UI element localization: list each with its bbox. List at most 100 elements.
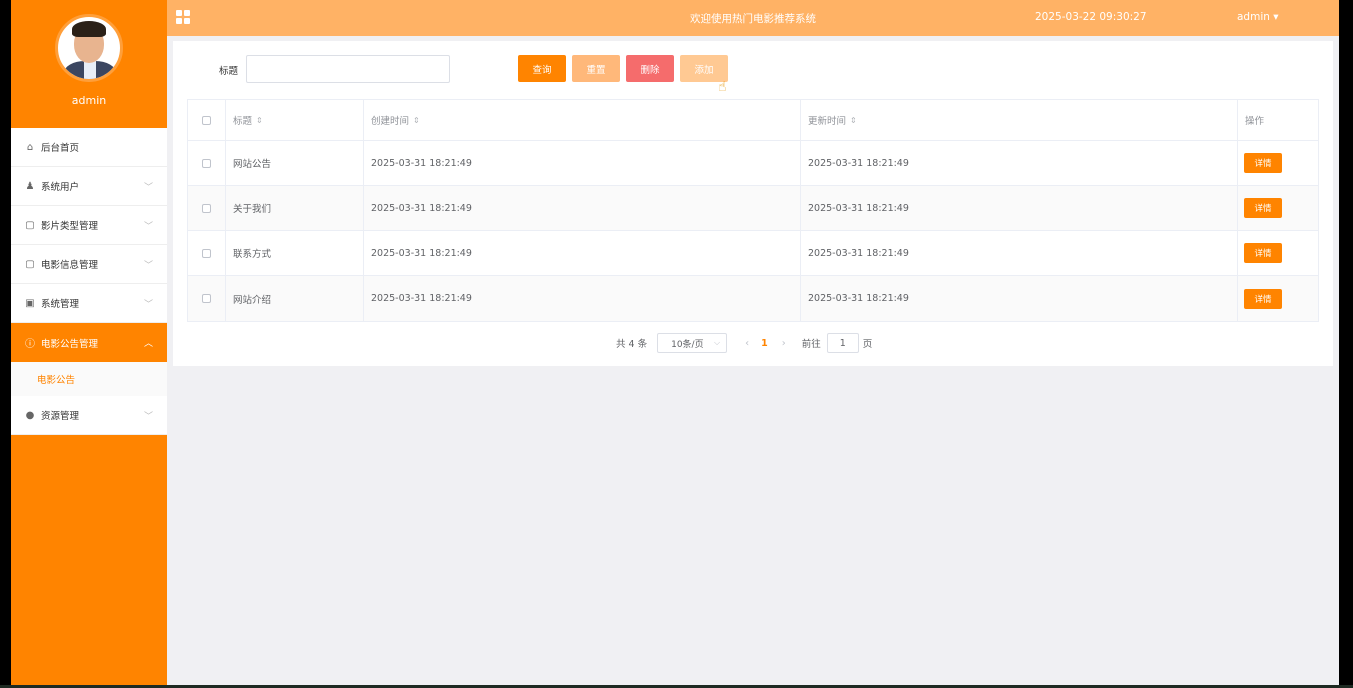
location-icon: ● <box>25 409 35 421</box>
profile-username: admin <box>71 94 107 107</box>
sidebar-menu: ⌂ 后台首页 ♟ 系统用户 ﹀ ▢ 影片类型管理 ﹀ ▢ 电影信息管理 ﹀ ▣ 系统管理 ﹀ ⓘ 电影公告管理… <box>11 128 167 435</box>
avatar[interactable] <box>55 14 123 82</box>
row-check-cell <box>188 186 226 230</box>
query-button[interactable]: 查询 <box>518 55 566 82</box>
document-icon: ▢ <box>25 258 35 270</box>
content-panel: 标题 查询 重置 删除 添加 ☝ 标题 ⇕ 创建时间 ⇕ 更新时间 ⇕ 操作 网站公告… <box>173 41 1333 366</box>
prev-page-button[interactable]: ‹ <box>745 338 749 349</box>
page-size-select[interactable]: 10条/页 ⌵ <box>657 333 728 353</box>
goto-page-input[interactable]: 1 <box>826 333 859 353</box>
chevron-down-icon: ⌵ <box>714 338 721 347</box>
info-circle-icon: ⓘ <box>25 339 35 350</box>
sort-icon[interactable]: ⇕ <box>413 116 420 125</box>
pagination-total: 共 4 条 <box>616 339 648 350</box>
cell-updated: 2025-03-31 18:21:49 <box>801 276 1238 321</box>
cell-created: 2025-03-31 18:21:49 <box>364 276 801 321</box>
detail-button[interactable]: 详情 <box>1244 153 1282 173</box>
cell-op: 详情 <box>1238 186 1318 230</box>
sidebar-item-label: 电影信息管理 <box>41 260 99 271</box>
cell-op: 详情 <box>1238 141 1318 185</box>
cell-op: 详情 <box>1238 231 1318 275</box>
sidebar-item-0[interactable]: ⌂ 后台首页 <box>11 128 167 167</box>
detail-button[interactable]: 详情 <box>1244 243 1282 263</box>
header-datetime: 2025-03-22 09:30:27 <box>1035 11 1147 23</box>
page-number-1[interactable]: 1 <box>761 338 768 349</box>
document-icon: ▢ <box>25 219 35 231</box>
row-check-cell <box>188 141 226 185</box>
sidebar-item-label: 资源管理 <box>41 411 80 422</box>
submenu-item-notice[interactable]: 电影公告 <box>11 362 167 396</box>
user-dropdown[interactable]: admin ▾ <box>1237 11 1279 23</box>
table-row[interactable]: 关于我们 2025-03-31 18:21:49 2025-03-31 18:21:… <box>188 186 1318 231</box>
row-checkbox[interactable] <box>202 248 211 258</box>
row-checkbox[interactable] <box>202 203 211 213</box>
chevron-down-icon: ﹀ <box>143 182 153 193</box>
cell-created: 2025-03-31 18:21:49 <box>364 231 801 275</box>
notice-table: 标题 ⇕ 创建时间 ⇕ 更新时间 ⇕ 操作 网站公告 2025-03-31 18:21:… <box>187 99 1319 322</box>
sidebar: admin ⌂ 后台首页 ♟ 系统用户 ﹀ ▢ 影片类型管理 ﹀ ▢ 电影信息管理 ﹀ ▣ 系统管理 ﹀ ⓘ… <box>11 0 167 685</box>
chevron-up-icon: ︿ <box>143 339 153 349</box>
sidebar-item-3[interactable]: ▢ 电影信息管理 ﹀ <box>11 245 167 284</box>
column-header-op: 操作 <box>1245 116 1265 127</box>
top-header: 欢迎使用热门电影推荐系统 2025-03-22 09:30:27 admin ▾ <box>167 0 1339 36</box>
sidebar-item-label: 影片类型管理 <box>41 221 99 232</box>
search-title-input[interactable] <box>246 55 450 83</box>
picture-icon: ▣ <box>25 297 35 309</box>
profile: admin <box>11 0 167 128</box>
header-title: 欢迎使用热门电影推荐系统 <box>690 13 816 25</box>
select-all-checkbox[interactable] <box>202 115 211 125</box>
cell-title: 网站公告 <box>226 141 364 185</box>
table-row[interactable]: 联系方式 2025-03-31 18:21:49 2025-03-31 18:21:… <box>188 231 1318 276</box>
window-edge <box>1339 0 1353 688</box>
delete-button[interactable]: 删除 <box>626 55 674 82</box>
cell-created: 2025-03-31 18:21:49 <box>364 186 801 230</box>
chevron-down-icon: ﹀ <box>143 221 153 232</box>
user-icon: ♟ <box>25 180 35 192</box>
search-title-label: 标题 <box>219 66 239 77</box>
sidebar-item-label: 系统管理 <box>41 299 80 310</box>
hand-cursor-icon: ☝ <box>718 79 727 95</box>
column-header-updated[interactable]: 更新时间 ⇕ <box>801 100 1238 140</box>
table-row[interactable]: 网站公告 2025-03-31 18:21:49 2025-03-31 18:21:… <box>188 141 1318 186</box>
next-page-button[interactable]: › <box>782 338 786 349</box>
sidebar-item-label: 后台首页 <box>41 143 80 154</box>
sidebar-item-4[interactable]: ▣ 系统管理 ﹀ <box>11 284 167 323</box>
cell-updated: 2025-03-31 18:21:49 <box>801 231 1238 275</box>
cell-op: 详情 <box>1238 276 1318 321</box>
column-header-title[interactable]: 标题 ⇕ <box>226 100 364 140</box>
home-icon: ⌂ <box>26 141 34 153</box>
cell-title: 网站介绍 <box>226 276 364 321</box>
row-checkbox[interactable] <box>202 158 211 168</box>
detail-button[interactable]: 详情 <box>1244 198 1282 218</box>
column-header-created[interactable]: 创建时间 ⇕ <box>364 100 801 140</box>
detail-button[interactable]: 详情 <box>1244 288 1282 309</box>
row-checkbox[interactable] <box>202 294 211 303</box>
sidebar-item-5[interactable]: ⓘ 电影公告管理 ︿ <box>11 323 167 362</box>
sidebar-item-label: 电影公告管理 <box>41 338 99 350</box>
cell-created: 2025-03-31 18:21:49 <box>364 141 801 185</box>
table-header-row: 标题 ⇕ 创建时间 ⇕ 更新时间 ⇕ 操作 <box>188 100 1318 141</box>
sidebar-item-2[interactable]: ▢ 影片类型管理 ﹀ <box>11 206 167 245</box>
cell-title: 关于我们 <box>226 186 364 230</box>
page-suffix: 页 <box>862 339 873 350</box>
add-button[interactable]: 添加 <box>680 55 728 82</box>
reset-button[interactable]: 重置 <box>572 55 620 82</box>
row-check-cell <box>188 276 226 321</box>
cell-updated: 2025-03-31 18:21:49 <box>801 186 1238 230</box>
row-check-cell <box>188 231 226 275</box>
sort-icon[interactable]: ⇕ <box>850 116 857 125</box>
sidebar-item-label: 系统用户 <box>41 182 80 193</box>
chevron-down-icon: ﹀ <box>143 260 153 271</box>
cell-title: 联系方式 <box>226 231 364 275</box>
main-content: 标题 查询 重置 删除 添加 ☝ 标题 ⇕ 创建时间 ⇕ 更新时间 ⇕ 操作 网站公告… <box>167 36 1339 685</box>
chevron-down-icon: ﹀ <box>143 299 153 310</box>
sidebar-item-1[interactable]: ♟ 系统用户 ﹀ <box>11 167 167 206</box>
chevron-down-icon: ﹀ <box>143 411 153 422</box>
table-row[interactable]: 网站介绍 2025-03-31 18:21:49 2025-03-31 18:21:… <box>188 276 1318 321</box>
goto-label: 前往 <box>801 339 821 350</box>
sort-icon[interactable]: ⇕ <box>256 116 263 125</box>
pagination: 共 4 条 10条/页 ⌵ ‹ 1 › 前往 1 页 <box>616 333 872 353</box>
sidebar-item-6[interactable]: ● 资源管理 ﹀ <box>11 396 167 435</box>
select-all-cell <box>188 100 226 140</box>
cell-updated: 2025-03-31 18:21:49 <box>801 141 1238 185</box>
